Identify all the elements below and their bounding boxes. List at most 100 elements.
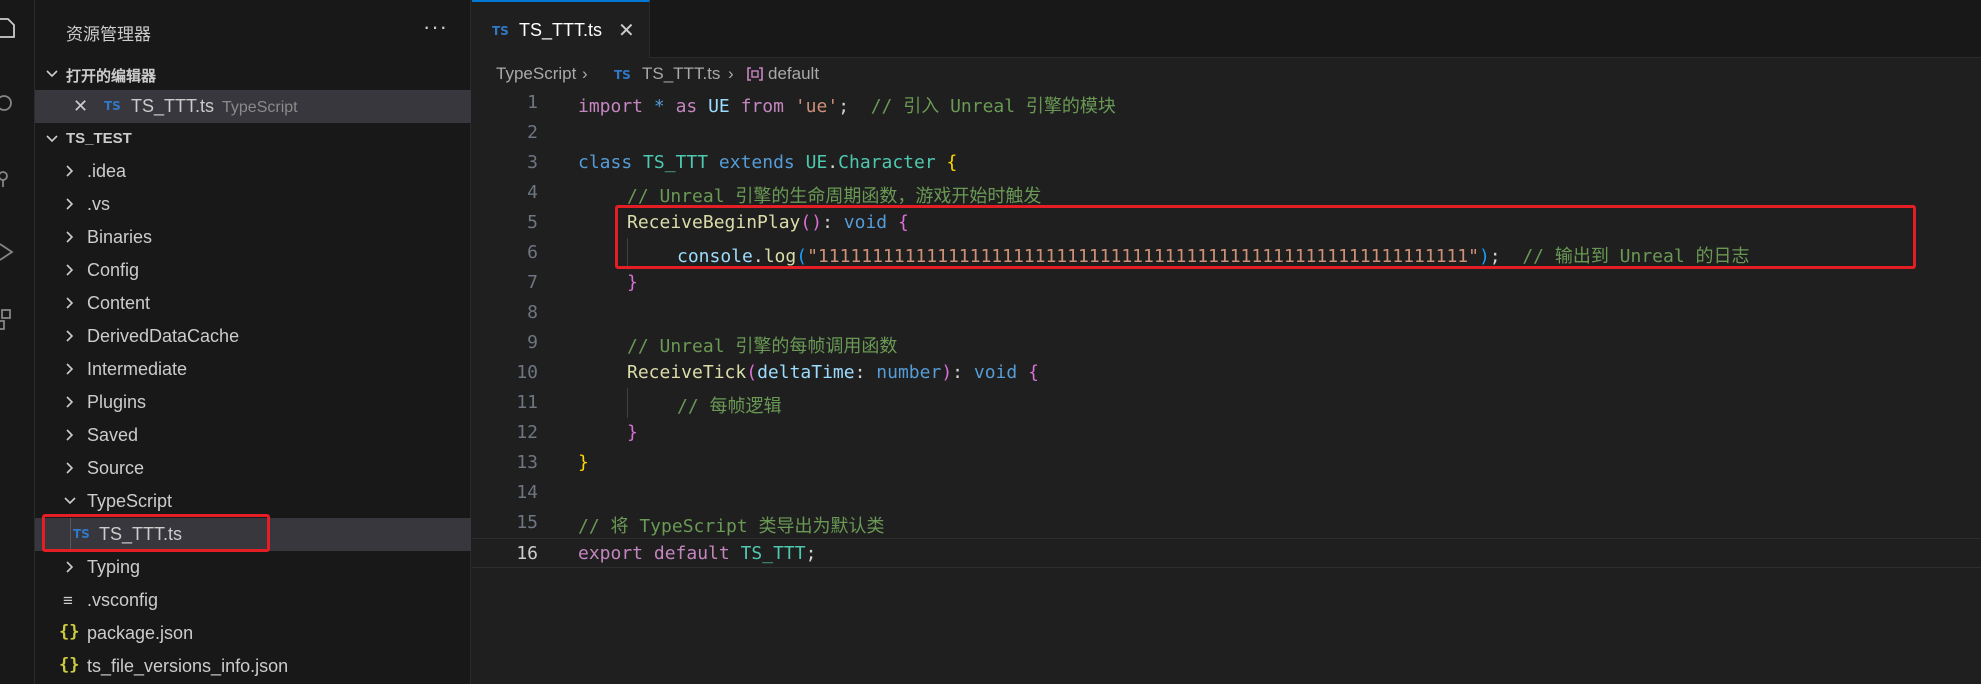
class-name: TS_TTT (740, 543, 806, 564)
line-number: 14 (516, 482, 538, 503)
line-number: 16 (516, 543, 538, 564)
code-editor[interactable]: 1 import * as UE from 'ue'; // 引入 Unreal… (472, 88, 1981, 684)
tree-file-vsconfig[interactable]: ≡ .vsconfig (35, 584, 471, 617)
chevron-right-icon (66, 429, 74, 441)
source-control-icon[interactable] (0, 167, 18, 191)
section-label: TS_TEST (66, 130, 132, 147)
tab-ts-ttt[interactable]: TS TS_TTT.ts ✕ (472, 0, 650, 58)
chevron-right-icon (66, 264, 74, 276)
annotation-highlight-tree (42, 514, 270, 552)
breadcrumb-folder[interactable]: TypeScript (496, 64, 576, 84)
comment: // 引入 Unreal 引擎的模块 (870, 96, 1116, 117)
operator: * (653, 96, 665, 117)
run-debug-icon[interactable] (0, 240, 18, 264)
tree-folder-intermediate[interactable]: Intermediate (35, 353, 471, 386)
json-file-icon: {} (59, 622, 80, 642)
code-line: 14 (472, 478, 1981, 508)
search-icon[interactable] (0, 93, 18, 117)
tree-folder-typing[interactable]: Typing (35, 551, 471, 584)
keyword: default (653, 543, 730, 564)
line-number: 15 (516, 512, 538, 533)
chevron-right-icon (66, 462, 74, 474)
bracket: ) (941, 362, 953, 383)
class-name: TS_TTT (643, 152, 709, 173)
explorer-sidebar: 资源管理器 ··· 打开的编辑器 ✕ TS TS_TTT.ts TypeScrip… (35, 0, 471, 684)
line-number: 12 (516, 422, 538, 443)
bracket: } (578, 452, 589, 473)
breadcrumb-symbol[interactable]: default (768, 64, 819, 84)
section-open-editors[interactable]: 打开的编辑器 (35, 58, 471, 90)
line-number: 4 (527, 182, 538, 203)
code-line: 1 import * as UE from 'ue'; // 引入 Unreal… (472, 88, 1981, 118)
tree-folder-source[interactable]: Source (35, 452, 471, 485)
bracket: { (946, 152, 958, 173)
code-line: 11 // 每帧逻辑 (472, 388, 1981, 418)
line-number: 7 (527, 272, 538, 293)
settings-file-icon: ≡ (63, 591, 73, 610)
line-number: 8 (527, 302, 538, 323)
line-number: 6 (527, 242, 538, 263)
chevron-right-icon (66, 396, 74, 408)
line-number: 5 (527, 212, 538, 233)
code-line: 3 class TS_TTT extends UE.Character { (472, 148, 1981, 178)
keyword: export (578, 543, 644, 564)
explorer-icon[interactable] (0, 16, 18, 40)
function-name: ReceiveTick (627, 362, 747, 383)
activity-bar (0, 0, 35, 684)
tree-folder-config[interactable]: Config (35, 254, 471, 287)
tab-label: TS_TTT.ts (519, 20, 603, 40)
extensions-icon[interactable] (0, 308, 18, 332)
comment: // 每帧逻辑 (677, 396, 782, 417)
sidebar-header: 资源管理器 ··· (35, 0, 471, 58)
comment: // Unreal 引擎的每帧调用函数 (627, 336, 898, 357)
line-number: 10 (516, 362, 538, 383)
tree-folder-idea[interactable]: .idea (35, 155, 471, 188)
keyword: class (578, 152, 633, 173)
tree-file-package-json[interactable]: {} package.json (35, 617, 471, 650)
editor-tab-bar: TS TS_TTT.ts ✕ (472, 0, 1981, 58)
tree-file-ts-versions-json[interactable]: {} ts_file_versions_info.json (35, 650, 471, 683)
symbol-variable-icon (747, 67, 763, 81)
tree-folder-deriveddatacache[interactable]: DerivedDataCache (35, 320, 471, 353)
line-number: 1 (527, 92, 538, 113)
sidebar-title: 资源管理器 (66, 25, 151, 44)
annotation-highlight-code (615, 205, 1916, 269)
line-number: 2 (527, 122, 538, 143)
open-editor-item[interactable]: ✕ TS TS_TTT.ts TypeScript (35, 90, 471, 123)
line-number: 13 (516, 452, 538, 473)
tree-folder-saved[interactable]: Saved (35, 419, 471, 452)
keyword: from (740, 96, 784, 117)
open-editor-filename: TS_TTT.ts (131, 96, 215, 116)
string: 'ue' (794, 96, 839, 117)
line-number: 9 (527, 332, 538, 353)
typescript-file-icon: TS (492, 24, 509, 38)
tree-label: Binaries (87, 227, 153, 247)
tree-label: TypeScript (87, 491, 173, 511)
chevron-right-icon (66, 363, 74, 375)
chevron-right-icon (66, 165, 74, 177)
keyword: as (675, 96, 698, 117)
tree-label: .idea (87, 161, 127, 181)
identifier: UE (805, 152, 828, 173)
comment: // Unreal 引擎的生命周期函数，游戏开始时触发 (627, 186, 1042, 207)
chevron-right-icon (66, 330, 74, 342)
chevron-down-icon (46, 70, 58, 78)
close-icon[interactable]: ✕ (618, 18, 635, 43)
json-file-icon: {} (59, 655, 80, 675)
section-workspace[interactable]: TS_TEST (35, 123, 471, 155)
tree-label: Saved (87, 425, 139, 445)
tree-folder-binaries[interactable]: Binaries (35, 221, 471, 254)
code-line: 9 // Unreal 引擎的每帧调用函数 (472, 328, 1981, 358)
code-line: 7 } (472, 268, 1981, 298)
class-name: Character (838, 152, 936, 173)
tree-folder-plugins[interactable]: Plugins (35, 386, 471, 419)
breadcrumb-file[interactable]: TS_TTT.ts (642, 64, 720, 84)
tree-folder-content[interactable]: Content (35, 287, 471, 320)
code-line: 8 (472, 298, 1981, 328)
tree-folder-vs[interactable]: .vs (35, 188, 471, 221)
close-icon[interactable]: ✕ (73, 96, 88, 117)
more-actions-icon[interactable]: ··· (423, 14, 448, 40)
tree-label: Typing (87, 557, 141, 577)
typescript-file-icon: TS (614, 68, 631, 82)
comment: // 将 TypeScript 类导出为默认类 (578, 516, 885, 537)
